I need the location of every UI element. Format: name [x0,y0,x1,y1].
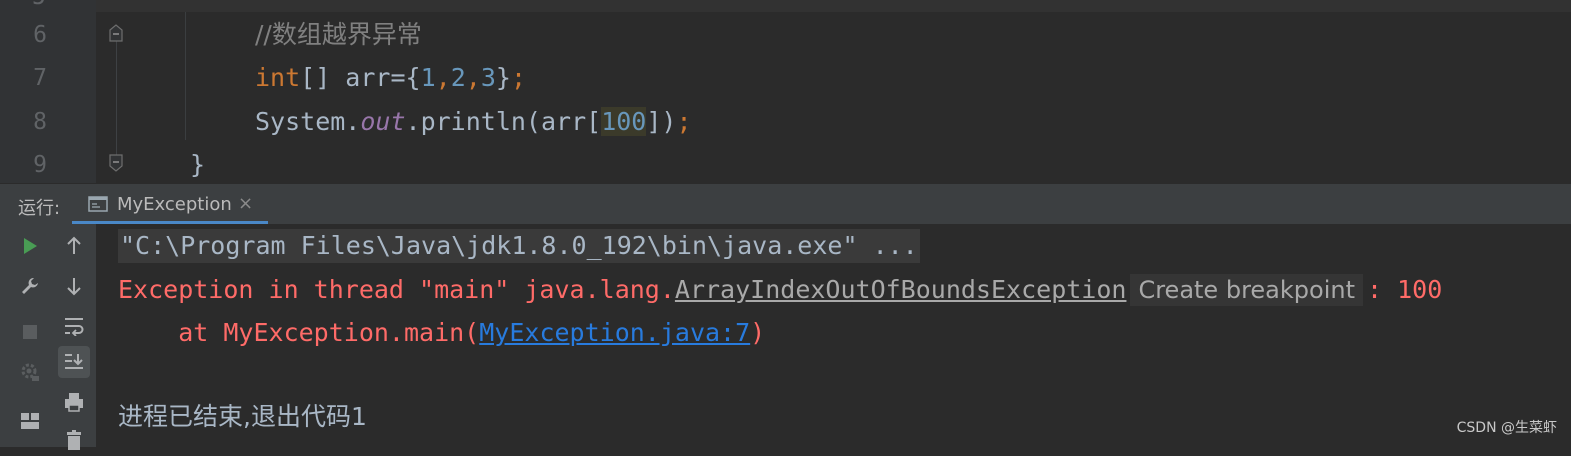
code-line-8[interactable]: System.out.println(arr[100]); [255,107,692,137]
code-text: System. [255,107,361,136]
code-editor[interactable]: 5 6 7 8 9 //数组越界异常 int[] arr={1,2,3}; Sy… [0,0,1571,183]
code-text: ]) [646,107,677,136]
indent-guide [185,12,186,140]
partial-line-strip [0,0,1571,12]
fold-marker-icon[interactable] [108,23,124,43]
run-tab-label: MyException [117,194,232,215]
print-icon[interactable] [58,386,90,418]
exception-class-link[interactable]: ArrayIndexOutOfBoundsException [675,275,1127,304]
process-exit-message: 进程已结束,退出代码1 [118,402,367,431]
stop-icon[interactable] [14,316,46,348]
create-breakpoint-button[interactable]: Create breakpoint [1130,274,1363,306]
layout-icon[interactable] [14,404,46,436]
stack-prefix: at MyException.main( [118,318,480,347]
number-literal: 1 [420,63,436,92]
up-arrow-icon[interactable] [58,230,90,262]
console-output[interactable]: "C:\Program Files\Java\jdk1.8.0_192\bin\… [96,224,1571,447]
code-text: } [495,63,511,92]
console-exception-line: Exception in thread "main" java.lang.Arr… [118,273,1442,307]
number-literal: 2 [450,63,466,92]
exception-prefix: Exception in thread "main" java.lang. [118,275,675,304]
code-line-7[interactable]: int[] arr={1,2,3}; [255,63,526,93]
line-number: 8 [33,109,47,135]
run-tab-myexception[interactable]: MyException × [72,184,268,224]
close-icon[interactable]: × [238,193,253,214]
code-comma: , [465,63,481,92]
code-semicolon: ; [676,107,692,136]
source-location-link[interactable]: MyException.java:7 [479,318,750,347]
settings-icon[interactable] [14,356,46,388]
console-stack-line: at MyException.main(MyException.java:7) [118,316,765,350]
trash-icon[interactable] [58,424,90,456]
line-number-gutter: 5 6 7 8 9 [0,0,96,183]
code-line-6[interactable]: //数组越界异常 [255,20,422,50]
line-number: 7 [33,65,47,91]
soft-wrap-icon[interactable] [58,310,90,342]
keyword-int: int [255,63,301,92]
wrench-icon[interactable] [14,270,46,302]
watermark: CSDN @生菜虾 [1456,420,1557,436]
code-line-9[interactable]: } [190,150,205,180]
run-label: 运行: [18,198,61,219]
console-command-line: "C:\Program Files\Java\jdk1.8.0_192\bin\… [118,229,920,263]
down-arrow-icon[interactable] [58,270,90,302]
code-text: [] arr={ [300,63,421,92]
number-literal: 3 [480,63,496,92]
scroll-to-end-icon[interactable] [58,346,90,378]
fold-guide [116,30,117,170]
run-tool-window-header: 运行: MyException × [0,183,1571,224]
code-text: .println(arr[ [405,107,602,136]
code-comma: , [435,63,451,92]
console-tab-icon [88,195,108,217]
fold-marker-icon[interactable] [108,153,124,173]
rerun-icon[interactable] [14,230,46,262]
static-field: out [360,107,406,136]
line-number: 5 [32,0,46,9]
stack-suffix: ) [750,318,766,347]
run-toolbar [0,224,96,450]
code-semicolon: ; [510,63,527,92]
exception-suffix: : 100 [1366,275,1443,304]
line-number: 9 [33,152,47,178]
highlighted-index: 100 [601,107,647,136]
line-number: 6 [33,22,47,48]
code-comment: //数组越界异常 [255,20,422,49]
